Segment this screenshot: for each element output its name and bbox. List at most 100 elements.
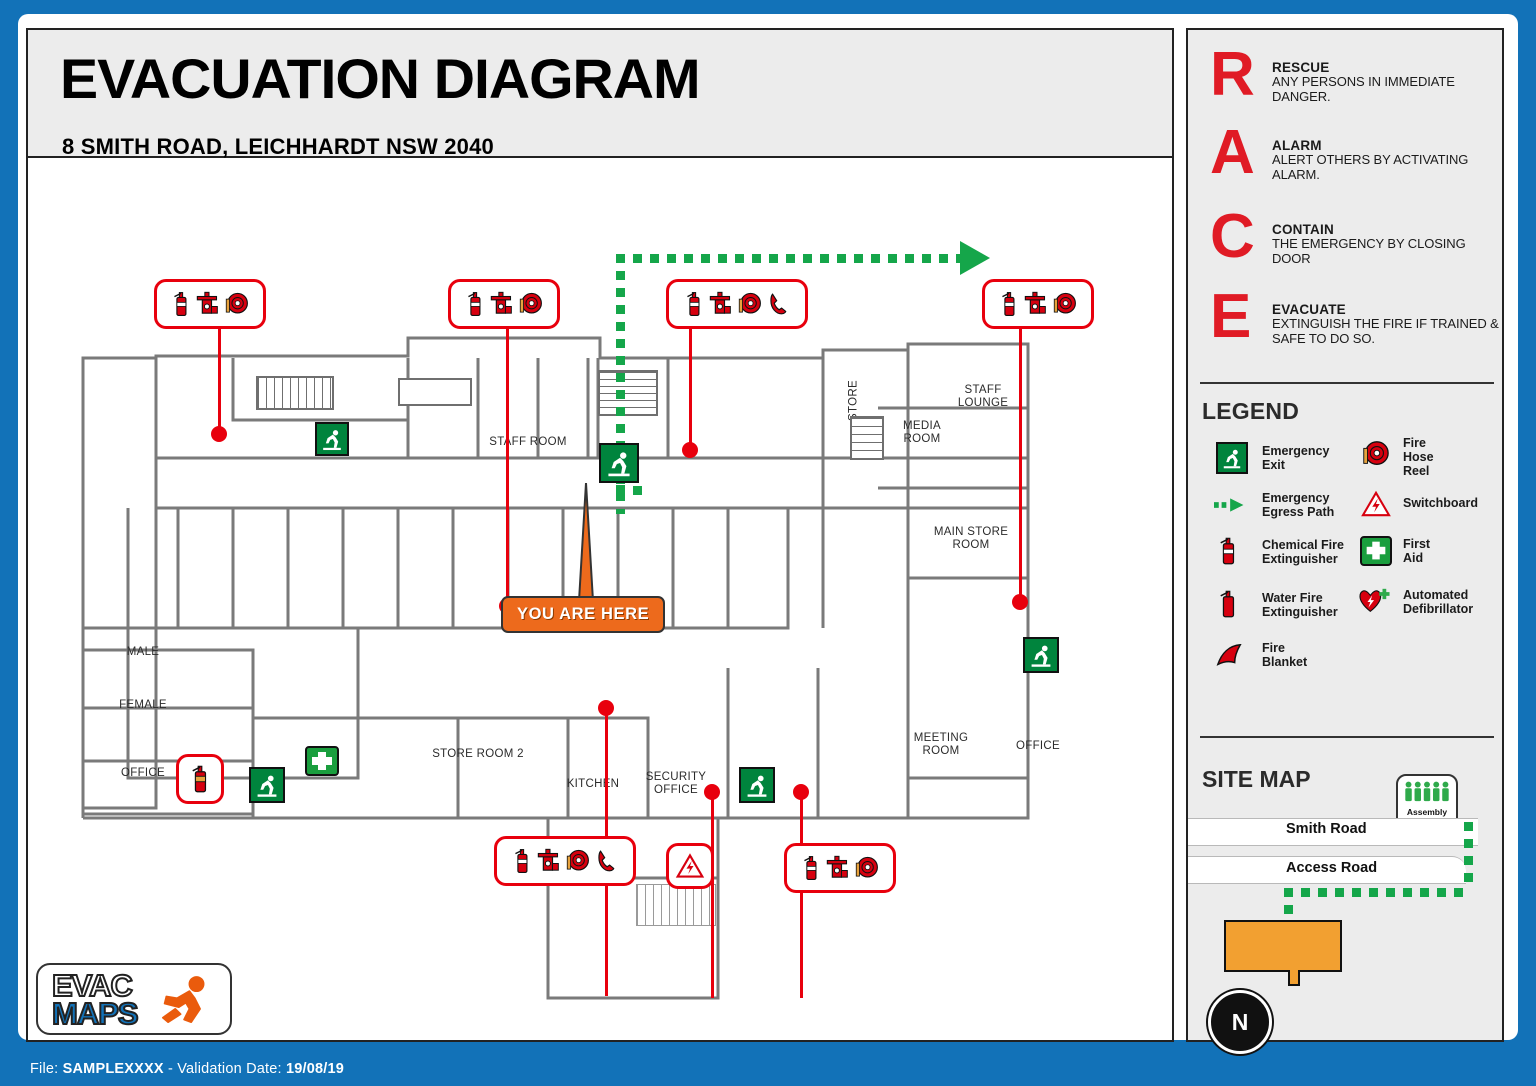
footer-separator: - — [167, 1061, 174, 1077]
equipment-stem — [506, 310, 509, 604]
sitemap-egress-path-stub — [1284, 888, 1293, 922]
running-man-icon — [257, 775, 277, 797]
equipment-dot — [682, 442, 698, 458]
chemical-fire-extinguisher-icon — [1220, 537, 1235, 565]
emergency-egress-path-icon — [1214, 498, 1244, 512]
race-letter: A — [1210, 118, 1255, 187]
race-description: ANY PERSONS IN IMMEDIATE DANGER. — [1272, 74, 1455, 104]
chemical-fire-extinguisher-icon — [515, 849, 528, 874]
equipment-stem — [800, 790, 803, 998]
fire-hose-reel-icon — [225, 292, 248, 314]
stair-hatch-store — [850, 416, 884, 460]
sitemap-egress-path-h — [1284, 888, 1466, 897]
automated-defibrillator-icon — [1359, 588, 1390, 613]
assembly-people-icon — [1405, 781, 1449, 802]
panel-divider-2 — [1200, 736, 1494, 738]
switchboard-icon — [1361, 490, 1391, 517]
chemical-fire-extinguisher-icon — [467, 292, 480, 317]
equipment-dot — [793, 784, 809, 800]
equipment-callout[interactable] — [494, 836, 636, 886]
stair-hatch-north — [256, 376, 334, 410]
equipment-stem — [711, 790, 714, 998]
sitemap-egress-path-v — [1464, 822, 1473, 888]
footer-validation-value: 19/08/19 — [285, 1061, 345, 1077]
first-aid-icon — [1360, 536, 1392, 566]
footer-file-value: SAMPLEXXXX — [62, 1061, 164, 1077]
room-label-store-room-2: STORE ROOM 2 — [432, 748, 524, 760]
legend-label: Automated Defibrillator — [1403, 588, 1474, 616]
legend-item-emergency-egress-path — [1214, 496, 1252, 519]
compass-label: N — [1231, 1008, 1249, 1035]
first-aid-marker — [305, 746, 339, 776]
stair-hatch-south — [636, 884, 716, 926]
legend-item-fire-blanket — [1214, 642, 1246, 675]
water-fire-extinguisher-icon — [192, 765, 207, 793]
title-block: EVACUATION DIAGRAM 8 SMITH ROAD, LEICHHA… — [26, 28, 1174, 159]
equipment-callout[interactable] — [666, 279, 808, 329]
equipment-callout[interactable] — [982, 279, 1094, 329]
sitemap-title: SITE MAP — [1202, 766, 1311, 792]
race-description: EXTINGUISH THE FIRE IF TRAINED & SAFE TO… — [1272, 316, 1499, 346]
equipment-stem — [689, 310, 692, 448]
running-man-icon — [608, 452, 630, 477]
room-label-staff-room: STAFF ROOM — [489, 436, 567, 448]
fire-hose-reel-icon — [738, 292, 761, 314]
stair-hatch-lift — [398, 378, 472, 406]
legend-item-water-fire-extinguisher — [1218, 588, 1238, 625]
sitemap-building — [1224, 920, 1342, 972]
race-letter: R — [1210, 40, 1255, 109]
site-address: 8 SMITH ROAD, LEICHHARDT NSW 2040 — [62, 134, 494, 159]
room-label-main-store-room: MAIN STORE ROOM — [933, 526, 1009, 551]
legend-label: Fire Blanket — [1262, 641, 1308, 669]
room-label-media-room: MEDIA ROOM — [903, 420, 941, 445]
race-word: ALARM — [1272, 138, 1322, 153]
exit-sign — [739, 767, 775, 803]
first-aid-cross-icon — [1366, 541, 1386, 560]
race-word: RESCUE — [1272, 60, 1330, 75]
sitemap-road-label: Smith Road — [1286, 821, 1367, 837]
equipment-callout[interactable] — [176, 754, 224, 804]
equipment-callout[interactable] — [448, 279, 560, 329]
running-man-icon — [323, 430, 341, 451]
sitemap-road-label: Access Road — [1286, 860, 1378, 876]
legend-item-automated-defibrillator — [1358, 586, 1392, 621]
fire-hose-reel-icon — [1053, 292, 1076, 314]
stair-hatch-center — [598, 370, 658, 416]
fire-hydrant-icon — [709, 291, 731, 314]
first-aid-cross-icon — [312, 752, 332, 770]
switchboard-icon — [675, 853, 705, 878]
legend-label: Emergency Exit — [1262, 444, 1330, 472]
legend-label: First Aid — [1403, 537, 1431, 565]
logo-line-2: MAPS — [51, 995, 140, 1032]
room-label-female: FEMALE — [119, 699, 167, 711]
chemical-fire-extinguisher-icon — [173, 292, 186, 317]
fire-hydrant-icon — [537, 848, 559, 871]
equipment-stem — [1019, 310, 1022, 600]
equipment-callout[interactable] — [666, 843, 714, 889]
chemical-fire-extinguisher-icon — [803, 856, 816, 881]
exit-sign — [599, 443, 639, 483]
fire-hose-reel-icon — [1363, 441, 1389, 465]
legend-item-fire-hose-reel — [1360, 438, 1390, 475]
compass-north-icon: N — [1208, 990, 1272, 1054]
footer-file-label: File: — [30, 1061, 59, 1077]
emergency-exit-icon — [1216, 442, 1248, 474]
equipment-dot — [598, 700, 614, 716]
fire-hydrant-icon — [196, 291, 218, 314]
running-man-icon — [747, 775, 767, 797]
you-are-here-pointer — [577, 483, 595, 602]
equipment-dot — [704, 784, 720, 800]
fire-hose-reel-icon — [855, 856, 878, 878]
equipment-callout[interactable] — [154, 279, 266, 329]
evacuation-diagram-page: EVACUATION DIAGRAM 8 SMITH ROAD, LEICHHA… — [0, 0, 1536, 1086]
fire-phone-icon — [770, 293, 787, 315]
fire-hose-reel-icon — [566, 849, 589, 871]
race-word: CONTAIN — [1272, 222, 1334, 237]
race-letter: E — [1210, 282, 1252, 351]
sitemap-building-notch — [1288, 970, 1300, 986]
fire-hydrant-icon — [1024, 291, 1046, 314]
exit-sign — [1023, 637, 1059, 673]
exit-sign — [249, 767, 285, 803]
equipment-callout[interactable] — [784, 843, 896, 893]
race-word: EVACUATE — [1272, 302, 1346, 317]
